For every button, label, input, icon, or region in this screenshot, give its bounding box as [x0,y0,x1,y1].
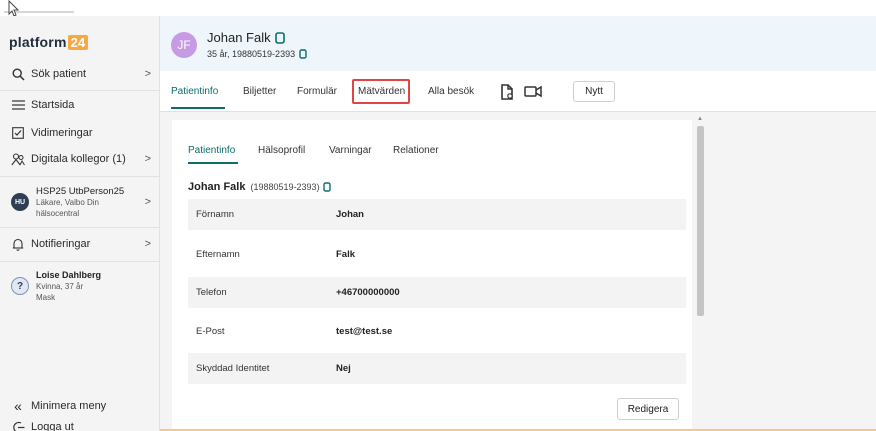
copy-icon[interactable] [274,31,285,44]
avatar: HU [11,193,29,211]
sidebar-item-label: Sök patient [31,68,87,80]
sidebar-queue-patient[interactable]: ? Loise Dahlberg Kvinna, 37 år Mask [0,266,160,306]
question-icon: ? [11,277,29,295]
info-row-efternamn: Efternamn Falk [188,239,686,270]
row-label: Efternamn [196,249,240,260]
divider [0,227,160,228]
subtab-patientinfo[interactable]: Patientinfo [188,145,235,156]
divider [0,176,160,177]
highlight-box [352,79,410,104]
patient-tabs: Patientinfo Biljetter Formulär Mätvärden… [160,71,876,112]
info-row-fornamn: Förnamn Johan [188,199,686,230]
sidebar-item-label: Minimera meny [31,400,107,412]
chevron-right-icon: > [144,238,151,250]
queue-patient-tag: Mask [36,292,56,302]
info-row-skyddad-identitet: Skyddad Identitet Nej [188,353,686,384]
sidebar-item-label: Startsida [31,99,75,111]
tab-patientinfo[interactable]: Patientinfo [171,86,218,97]
info-row-telefon: Telefon +46700000000 [188,277,686,308]
sidebar-item-startsida[interactable]: Startsida [0,95,160,115]
queue-patient-name: Loise Dahlberg [36,269,102,280]
scrollbar-thumb[interactable] [697,126,704,316]
chevron-right-icon: > [144,153,151,165]
edit-button[interactable]: Redigera [617,398,679,420]
chevron-right-icon: > [144,68,151,80]
user-details: HSP25 UtbPerson25 Läkare, Valbo Din häls… [36,186,124,219]
new-button[interactable]: Nytt [573,81,615,102]
sidebar-item-label: Notifieringar [31,238,91,250]
patient-name-row: Johan Falk [207,30,285,45]
logout-icon [11,420,25,431]
row-label: Förnamn [196,209,235,220]
copy-icon[interactable] [299,49,307,59]
row-value: Nej [336,363,351,374]
patient-meta-row: 35 år, 19880519-2393 [207,49,307,59]
sidebar-item-label: Digitala kollegor (1) [31,153,126,165]
user-name: HSP25 UtbPerson25 [36,185,125,197]
row-label: Skyddad Identitet [196,363,270,374]
patient-header: JF Johan Falk 35 år, 19880519-2393 [160,16,876,71]
tab-biljetter[interactable]: Biljetter [243,86,276,97]
sidebar-item-label: Logga ut [31,421,74,431]
row-label: Telefon [196,287,227,298]
row-value: Johan [336,209,364,220]
row-value: Falk [336,249,356,260]
user-role: Läkare, Valbo Din [36,197,99,207]
bell-icon [11,237,25,251]
sidebar-item-search-patient[interactable]: Sök patient > [0,64,160,84]
copy-icon[interactable] [322,182,331,192]
list-icon [11,98,25,112]
sidebar-item-digitala-kollegor[interactable]: Digitala kollegor (1) > [0,149,160,169]
info-row-epost: E-Post test@test.se [188,316,686,347]
sidebar: platform 24 Sök patient > Startsida Vidim… [0,16,160,431]
queue-patient-info: Kvinna, 37 år [36,281,84,291]
sidebar-item-notifieringar[interactable]: Notifieringar > [0,234,160,254]
search-icon [11,67,25,81]
logout-button[interactable]: Logga ut [0,420,160,431]
row-label: E-Post [196,326,225,337]
main-content: Patientinfo Hälsoprofil Varningar Relati… [160,112,876,431]
queue-patient-details: Loise Dahlberg Kvinna, 37 år Mask [36,270,101,303]
patient-name: Johan Falk [207,30,271,45]
row-value: test@test.se [336,326,393,337]
document-icon[interactable] [500,84,514,100]
patient-avatar: JF [171,32,197,58]
patient-meta: 35 år, 19880519-2393 [207,49,296,59]
double-chevron-left-icon: « [14,398,22,414]
brand-logo[interactable]: platform 24 [9,34,89,50]
patient-info-card: Patientinfo Hälsoprofil Varningar Relati… [172,120,692,431]
sidebar-item-vidimeringar[interactable]: Vidimeringar [0,123,160,143]
sidebar-current-user[interactable]: HU HSP25 UtbPerson25 Läkare, Valbo Din h… [0,181,160,223]
divider [0,261,160,262]
info-personal-number: (19880519-2393) [250,182,320,192]
subtab-halsoprofil[interactable]: Hälsoprofil [258,145,305,156]
people-icon [11,152,25,166]
subtab-varningar[interactable]: Varningar [329,145,372,156]
divider [0,90,160,91]
minimize-menu-button[interactable]: « Minimera meny [0,396,160,416]
checkbox-icon [11,126,25,140]
row-value: +46700000000 [336,287,400,298]
chevron-right-icon: > [144,196,151,208]
active-subtab-underline [188,162,238,164]
scroll-up-icon[interactable]: ▲ [697,116,703,122]
info-name: Johan Falk [188,181,246,193]
video-call-icon[interactable] [524,85,542,98]
sidebar-item-label: Vidimeringar [31,127,93,139]
browser-top-strip [0,0,876,16]
subtab-relationer[interactable]: Relationer [393,145,439,156]
active-tab-underline [171,107,225,109]
tab-formular[interactable]: Formulär [297,86,337,97]
user-unit: hälsocentral [36,208,80,218]
tab-alla-besok[interactable]: Alla besök [428,86,474,97]
patient-info-title: Johan Falk (19880519-2393) [188,181,331,193]
